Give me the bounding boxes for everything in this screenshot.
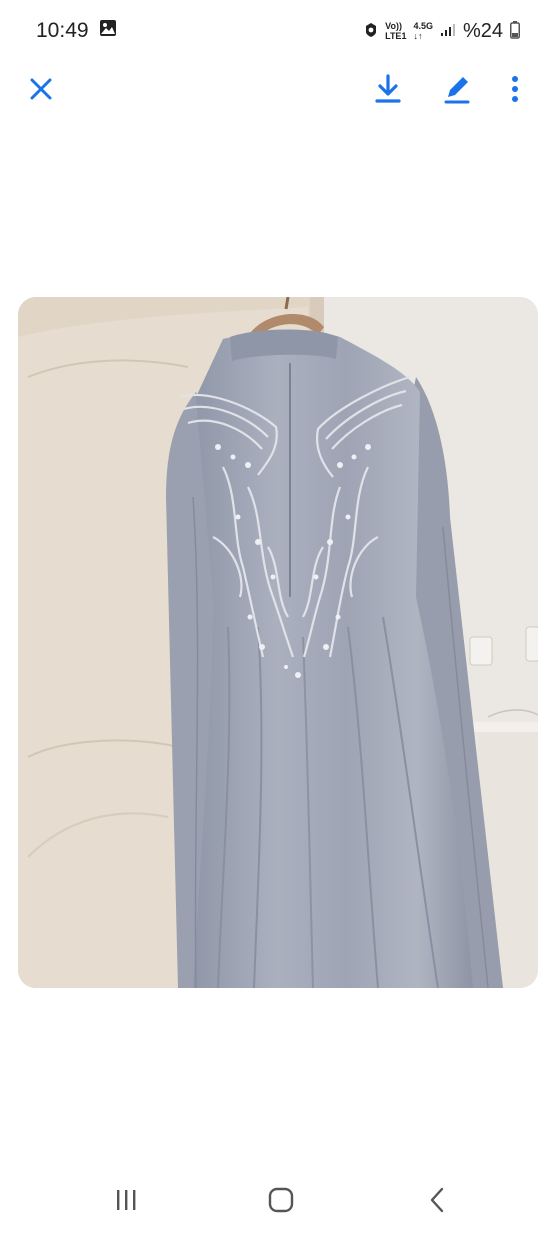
recent-apps-icon bbox=[117, 1190, 136, 1210]
download-button[interactable] bbox=[369, 70, 407, 108]
volte-indicator: Vo)) LTE1 bbox=[385, 21, 406, 41]
battery-percentage: %24 bbox=[462, 19, 503, 42]
battery-icon bbox=[510, 20, 520, 42]
image-viewer-toolbar bbox=[0, 62, 556, 114]
more-vert-icon bbox=[512, 76, 518, 102]
status-right: Vo)) LTE1 4.5G ↓↑ %24 bbox=[364, 20, 520, 43]
edit-icon bbox=[444, 77, 470, 104]
download-icon bbox=[375, 74, 401, 103]
speed-top: 4.5G bbox=[413, 21, 433, 31]
status-left: 10:49 bbox=[36, 19, 117, 43]
close-icon bbox=[30, 78, 52, 100]
status-time: 10:49 bbox=[36, 19, 89, 42]
volte-bottom: LTE1 bbox=[385, 31, 407, 41]
home-icon bbox=[268, 1187, 294, 1213]
back-chevron-icon bbox=[430, 1187, 444, 1213]
system-navigation-bar bbox=[0, 1165, 556, 1235]
signal-icon bbox=[440, 23, 456, 40]
data-speed-indicator: 4.5G ↓↑ bbox=[413, 21, 433, 41]
recent-apps-button[interactable] bbox=[101, 1175, 151, 1225]
volte-top: Vo)) bbox=[385, 21, 402, 31]
photo-viewer[interactable] bbox=[18, 297, 538, 988]
status-bar: 10:49 Vo)) LTE1 4.5G ↓↑ %24 bbox=[0, 0, 556, 62]
more-options-button[interactable] bbox=[496, 70, 534, 108]
edit-button[interactable] bbox=[438, 70, 476, 108]
data-saver-icon bbox=[364, 22, 378, 41]
gallery-notification-icon bbox=[99, 19, 117, 43]
dress-photo bbox=[18, 297, 538, 988]
close-button[interactable] bbox=[22, 70, 60, 108]
home-button[interactable] bbox=[256, 1175, 306, 1225]
back-button[interactable] bbox=[412, 1175, 462, 1225]
speed-bottom: ↓↑ bbox=[413, 31, 423, 41]
